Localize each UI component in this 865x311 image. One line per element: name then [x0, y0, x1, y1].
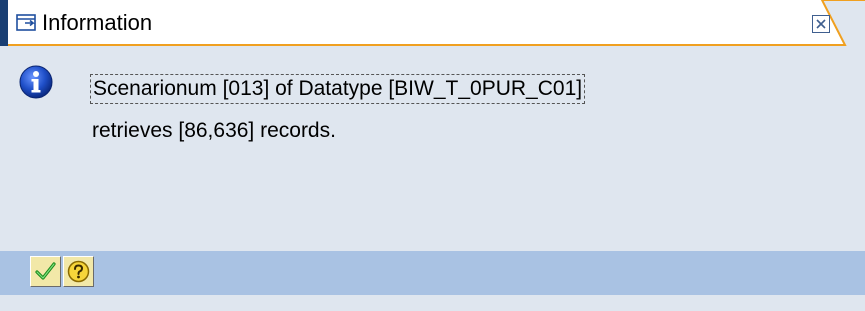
message-area: Scenarionum [013] of Datatype [BIW_T_0PU… — [0, 46, 865, 251]
info-icon — [18, 64, 54, 100]
dialog-window-icon — [16, 14, 38, 32]
dialog-bottom-edge — [0, 295, 865, 311]
dialog-title: Information — [42, 10, 153, 35]
message-text-line2: retrieves [86,636] records. — [92, 119, 336, 142]
title-left-strip — [0, 0, 8, 46]
confirm-button[interactable] — [30, 256, 61, 287]
close-button[interactable] — [812, 15, 830, 33]
help-button[interactable] — [63, 256, 94, 287]
message-text-line1: Scenarionum [013] of Datatype [BIW_T_0PU… — [90, 74, 586, 104]
checkmark-icon — [35, 262, 56, 280]
close-icon — [816, 19, 826, 29]
help-icon — [67, 260, 90, 283]
information-dialog: Information Scenarionum [013] of Datatyp… — [0, 0, 865, 311]
title-bar[interactable]: Information — [0, 0, 865, 46]
button-bar — [0, 251, 865, 295]
